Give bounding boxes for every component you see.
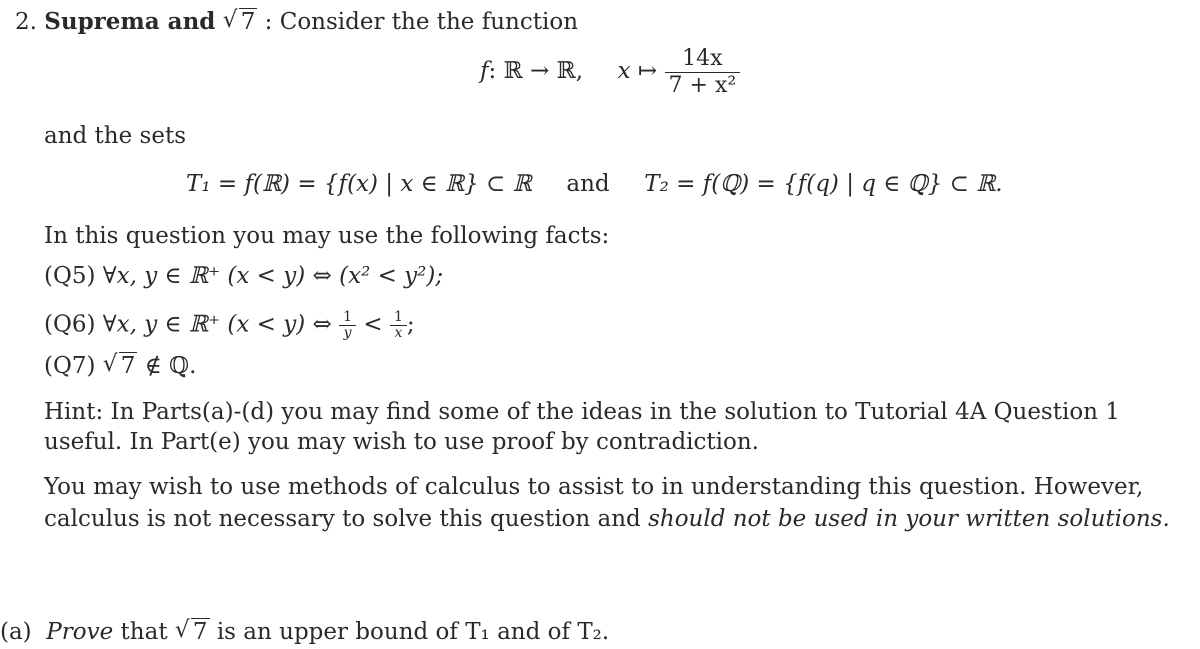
fact-q6: (Q6) ∀x, y ∈ ℝ⁺ (x < y) ⇔ 1 y < 1 x ;	[44, 309, 415, 341]
function-definition: f: ℝ → ℝ, x ↦ 14x 7 + x²	[480, 45, 741, 99]
part-a-label: (a)	[0, 619, 32, 645]
fact-q7: (Q7) 7 ∉ ℚ.	[44, 350, 196, 380]
hint-line-1: Hint: In Parts(a)-(d) you may find some …	[44, 399, 1120, 425]
set-t1: T₁ = f(ℝ) = {f(x) | x ∈ ℝ} ⊂ ℝ	[186, 171, 532, 197]
function-fraction: 14x 7 + x²	[664, 46, 741, 99]
sqrt-seven: 7	[223, 6, 258, 36]
fact-q5: (Q5) ∀x, y ∈ ℝ⁺ (x < y) ⇔ (x² < y²);	[44, 263, 444, 289]
fraction-one-over-x: 1 x	[389, 310, 407, 341]
fraction-numerator: 14x	[664, 46, 741, 73]
calculus-warning: should not be used in your written solut…	[648, 506, 1170, 532]
question-intro: Consider the the function	[279, 9, 579, 35]
question-heading: 2. Suprema and 7 : Consider the the func…	[15, 6, 579, 36]
sqrt-seven: 7	[103, 350, 138, 380]
hint-label: Hint:	[44, 399, 104, 425]
part-a: (a) Prove that 7 is an upper bound of T₁…	[0, 616, 609, 646]
sqrt-seven: 7	[175, 616, 210, 646]
sets-definition: T₁ = f(ℝ) = {f(x) | x ∈ ℝ} ⊂ ℝ and T₂ = …	[186, 171, 1003, 197]
fraction-one-over-y: 1 y	[339, 310, 357, 341]
hint-line-2: useful. In Part(e) you may wish to use p…	[44, 429, 759, 455]
set-t2: T₂ = f(ℚ) = {f(q) | q ∈ ℚ} ⊂ ℝ.	[644, 171, 1003, 197]
calculus-note-line-2: calculus is not necessary to solve this …	[44, 506, 1170, 532]
question-number: 2.	[15, 9, 37, 35]
calculus-note-line-1: You may wish to use methods of calculus …	[44, 474, 1144, 500]
facts-intro: In this question you may use the followi…	[44, 223, 610, 249]
fraction-denominator: 7 + x²	[668, 72, 737, 98]
question-title: Suprema and	[44, 8, 216, 35]
sets-intro: and the sets	[44, 123, 186, 149]
